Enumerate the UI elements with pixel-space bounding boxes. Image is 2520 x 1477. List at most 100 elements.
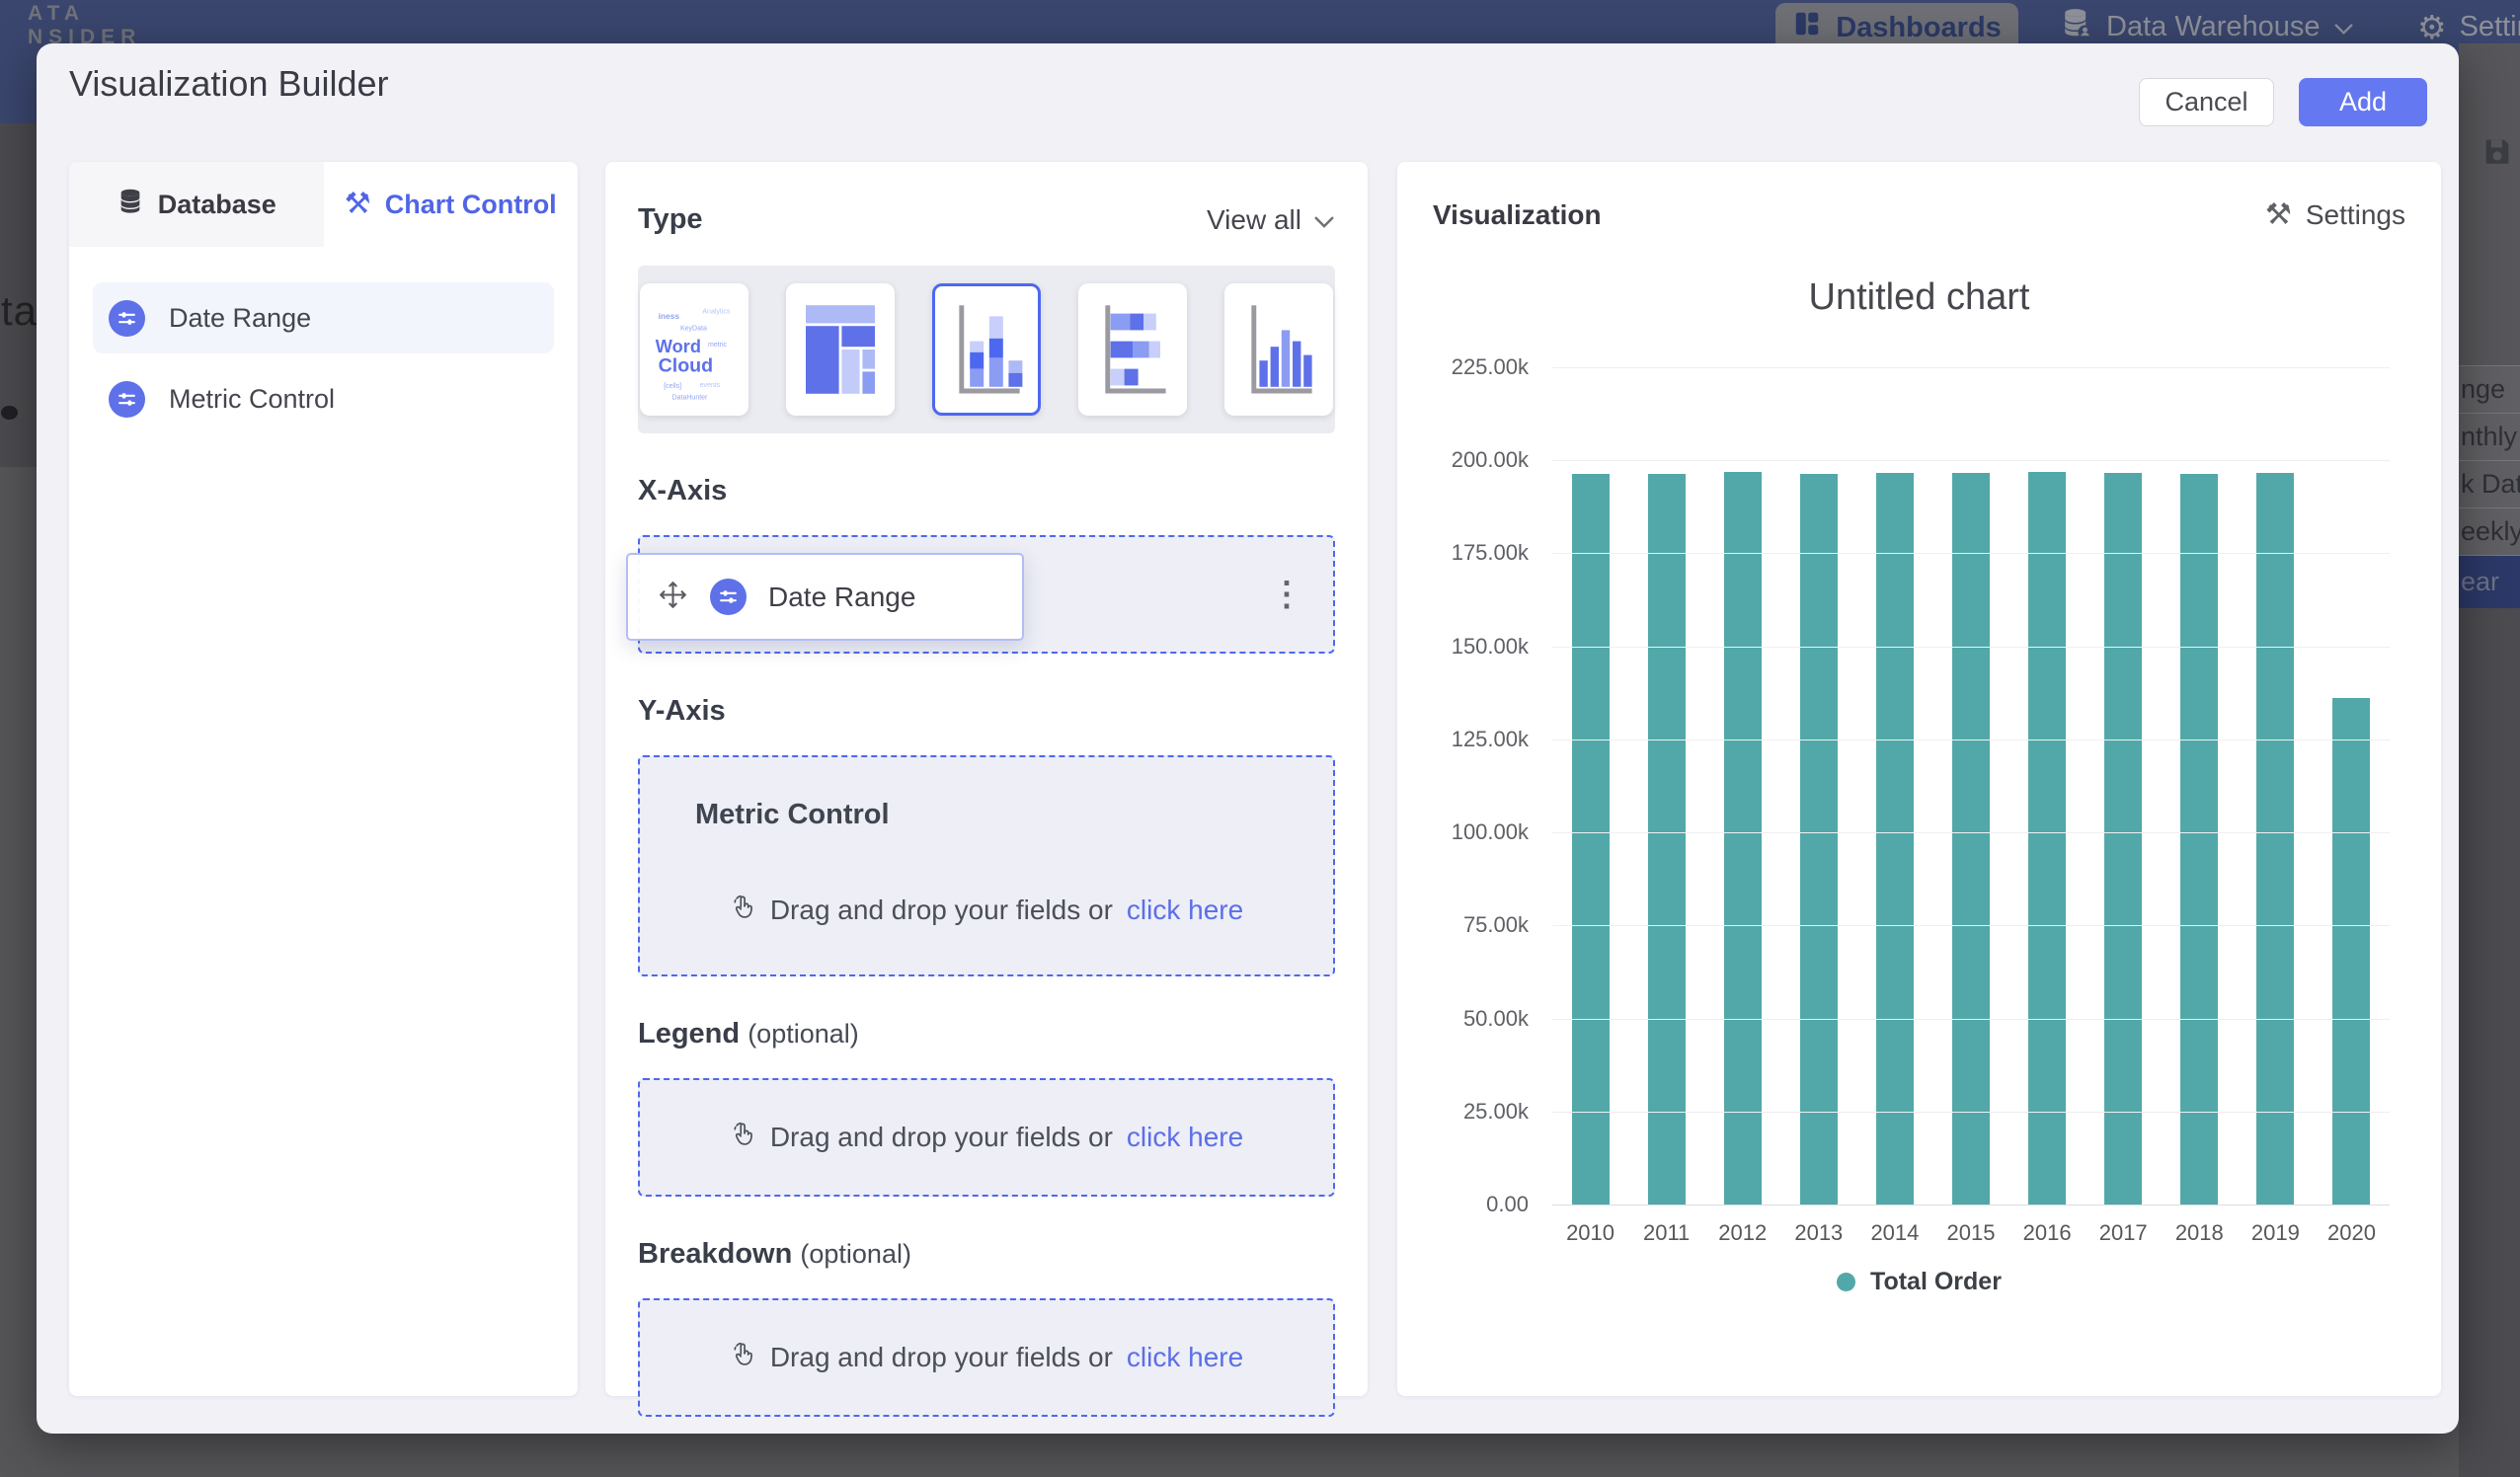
page: ATA NSIDER Dashboards Data Warehouse ⚙ S…: [0, 0, 2520, 1477]
gridline: [1552, 739, 2390, 740]
gridline: [1552, 1019, 2390, 1020]
x-axis-tick-label: 2016: [2009, 1220, 2086, 1246]
y-axis-tick-label: 25.00k: [1397, 1099, 1529, 1125]
y-axis-tick-label: 100.00k: [1397, 819, 1529, 845]
bar-slot: [2238, 367, 2314, 1205]
tab-database[interactable]: Database: [69, 162, 324, 247]
bar-2016: [2028, 472, 2066, 1205]
x-axis-dropzone[interactable]: Date Range Date Range ⋮: [638, 535, 1335, 654]
sliders-icon: [109, 381, 145, 418]
brand-line-1: ATA: [28, 2, 141, 26]
background-left-strip: ta: [0, 43, 37, 1477]
bar-slot: [2009, 367, 2086, 1205]
visualization-settings-button[interactable]: ⚒ Settings: [2265, 199, 2405, 231]
fields-panel-tabs: Database ⚒ Chart Control: [69, 162, 578, 247]
y-axis-section-title: Y-Axis: [638, 695, 726, 728]
chart-legend-item[interactable]: Total Order: [1397, 1268, 2441, 1296]
bar-2011: [1648, 474, 1686, 1205]
hand-tap-icon: [730, 894, 756, 927]
add-button[interactable]: Add: [2299, 78, 2427, 126]
click-here-link[interactable]: click here: [1127, 1342, 1243, 1373]
y-axis-tick-label: 0.00: [1397, 1192, 1529, 1217]
field-item-label: Date Range: [169, 303, 311, 334]
chart-type-card-stacked-bar[interactable]: [1078, 283, 1187, 416]
bar-2019: [2256, 473, 2294, 1205]
visualization-builder-modal: Visualization Builder Cancel Add Databas…: [37, 43, 2459, 1434]
y-axis-tick-label: 150.00k: [1397, 634, 1529, 660]
gridline: [1552, 925, 2390, 926]
chart-x-axis: 2010201120122013201420152016201720182019…: [1552, 1220, 2390, 1246]
hand-tap-icon: [730, 1121, 756, 1154]
field-item-label: Metric Control: [169, 384, 335, 415]
x-axis-tick-label: 2019: [2238, 1220, 2314, 1246]
legend-marker: [1837, 1273, 1855, 1291]
bar-2014: [1876, 473, 1914, 1205]
field-list: Date Range Metric Control: [69, 247, 578, 434]
bar-slot: [1856, 367, 1932, 1205]
y-axis-tick-label: 200.00k: [1397, 447, 1529, 473]
bar-2012: [1724, 472, 1762, 1205]
background-menu-item: k Date: [2459, 460, 2520, 507]
chart-y-axis: 0.0025.00k50.00k75.00k100.00k125.00k150.…: [1397, 367, 1529, 1205]
x-axis-tick-label: 2017: [2086, 1220, 2162, 1246]
svg-text:[cells]: [cells]: [664, 383, 681, 390]
bar-slot: [1932, 367, 2008, 1205]
gridline: [1552, 647, 2390, 648]
legend-dropzone[interactable]: Drag and drop your fields or click here: [638, 1078, 1335, 1197]
legend-label: Total Order: [1870, 1268, 2002, 1296]
save-icon: [2481, 134, 2514, 173]
chart-type-card-treemap[interactable]: [786, 283, 895, 416]
bar-2018: [2180, 474, 2218, 1205]
view-all-dropdown[interactable]: View all: [1207, 204, 1335, 236]
bar-slot: [1628, 367, 1704, 1205]
bar-2013: [1800, 474, 1838, 1205]
gear-icon: ⚙: [2417, 11, 2447, 43]
bar-slot: [2086, 367, 2162, 1205]
bar-2015: [1952, 473, 1990, 1205]
tab-chart-control[interactable]: ⚒ Chart Control: [324, 162, 579, 247]
visualization-panel: Visualization ⚒ Settings Untitled chart …: [1397, 162, 2441, 1396]
x-axis-field-chip[interactable]: Date Range: [626, 553, 1024, 641]
modal-title: Visualization Builder: [69, 63, 389, 105]
x-axis-section-title: X-Axis: [638, 475, 727, 507]
drop-hint-text: Drag and drop your fields or: [770, 894, 1113, 926]
x-axis-tick-label: 2013: [1780, 1220, 1856, 1246]
bar-slot: [2314, 367, 2390, 1205]
click-here-link[interactable]: click here: [1127, 894, 1243, 926]
bar-2017: [2104, 473, 2142, 1205]
drop-hint-text: Drag and drop your fields or: [770, 1122, 1113, 1153]
breakdown-dropzone[interactable]: Drag and drop your fields or click here: [638, 1298, 1335, 1417]
background-menu-item: nge: [2459, 365, 2520, 413]
x-axis-tick-label: 2010: [1552, 1220, 1628, 1246]
sliders-icon: [109, 300, 145, 337]
database-icon: [117, 188, 144, 222]
chart-type-card-wordcloud[interactable]: iness Analytics KeyData Word metric Clou…: [640, 283, 748, 416]
svg-text:Word: Word: [656, 337, 701, 356]
background-text-fragment: ta: [1, 287, 37, 335]
x-axis-tick-label: 2020: [2314, 1220, 2390, 1246]
x-axis-tick-label: 2015: [1932, 1220, 2008, 1246]
kebab-menu-icon[interactable]: ⋮: [1270, 578, 1303, 611]
cancel-button[interactable]: Cancel: [2139, 78, 2274, 126]
chart-type-card-column[interactable]: [1224, 283, 1333, 416]
dashboards-grid-icon: [1792, 9, 1822, 46]
chart-title: Untitled chart: [1397, 276, 2441, 319]
x-axis-tick-label: 2011: [1628, 1220, 1704, 1246]
bar-slot: [1704, 367, 1780, 1205]
chart-type-card-stacked-column[interactable]: [932, 283, 1041, 416]
chart-type-strip: iness Analytics KeyData Word metric Clou…: [638, 266, 1335, 433]
field-item-date-range[interactable]: Date Range: [93, 282, 554, 353]
click-here-link[interactable]: click here: [1127, 1122, 1243, 1153]
field-item-metric-control[interactable]: Metric Control: [93, 363, 554, 434]
x-axis-tick-label: 2014: [1856, 1220, 1932, 1246]
y-axis-dropzone[interactable]: Metric Control Drag and drop your fields…: [638, 755, 1335, 976]
x-axis-tick-label: 2012: [1704, 1220, 1780, 1246]
svg-text:Cloud: Cloud: [659, 354, 714, 376]
bar-2020: [2332, 698, 2370, 1205]
visualization-settings-label: Settings: [2306, 199, 2405, 231]
brand-logo: ATA NSIDER: [28, 2, 141, 49]
builder-panel: Type View all iness Analytics KeyData: [605, 162, 1368, 1396]
background-right-strip: ngenthlyk Dateeeklyear: [2459, 43, 2520, 1477]
move-icon[interactable]: [658, 580, 688, 615]
legend-section-title: Legend (optional): [638, 1018, 859, 1050]
